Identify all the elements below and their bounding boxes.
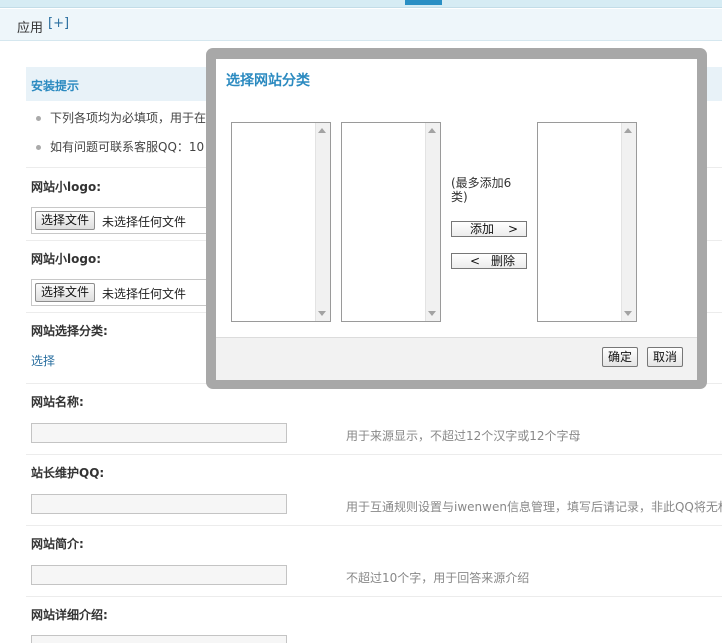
add-category-button[interactable]: 添加 > [451, 221, 527, 237]
top-nav-active-indicator [405, 0, 442, 5]
divider [26, 454, 722, 455]
app-bar: 应用 [+] [0, 9, 722, 41]
ok-button[interactable]: 确定 [602, 347, 639, 367]
tip-item: 下列各项均为必填项，用于在 [36, 109, 206, 126]
choose-file-button[interactable]: 选择文件 [35, 283, 96, 302]
scroll-up-icon[interactable] [428, 128, 436, 133]
logo-label: 网站小logo: [31, 252, 101, 266]
app-label: 应用 [17, 21, 44, 36]
intro-hint: 不超过10个字，用于回答来源介绍 [346, 571, 530, 585]
scroll-up-icon[interactable] [318, 128, 326, 133]
bullet-icon [36, 145, 41, 150]
file-status: 未选择任何文件 [102, 215, 187, 229]
category-label: 网站选择分类: [31, 324, 108, 338]
file-status: 未选择任何文件 [102, 287, 187, 301]
category-dialog: 选择网站分类 (最多添加6类) 添加 > < 删除 确定 取消 [216, 59, 697, 380]
category-list-primary[interactable] [231, 122, 331, 322]
category-list-secondary[interactable] [341, 122, 441, 322]
qq-hint: 用于互通规则设置与iwenwen信息管理，填写后请记录，非此QQ将无权 [346, 500, 722, 514]
max-categories-note: (最多添加6类) [451, 176, 512, 204]
scroll-down-icon[interactable] [318, 311, 326, 316]
detail-label: 网站详细介绍: [31, 608, 108, 622]
cancel-button[interactable]: 取消 [647, 347, 684, 367]
remove-category-button[interactable]: < 删除 [451, 253, 527, 269]
divider [26, 596, 722, 597]
tip-item: 如有问题可联系客服QQ：10 [36, 138, 204, 155]
choose-file-button[interactable]: 选择文件 [35, 211, 96, 230]
detail-input[interactable] [31, 635, 287, 643]
intro-label: 网站简介: [31, 537, 84, 551]
logo-file-input[interactable]: 选择文件 未选择任何文件 [31, 207, 221, 234]
site-name-input[interactable] [31, 423, 287, 443]
scrollbar[interactable] [425, 123, 440, 321]
divider [26, 525, 722, 526]
scroll-down-icon[interactable] [624, 311, 632, 316]
arrow-left-icon: < [470, 254, 481, 268]
top-nav-bar [0, 0, 722, 8]
scroll-up-icon[interactable] [624, 128, 632, 133]
selected-category-list[interactable] [537, 122, 637, 322]
intro-input[interactable] [31, 565, 287, 585]
scrollbar[interactable] [315, 123, 330, 321]
arrow-right-icon: > [508, 222, 519, 236]
scrollbar[interactable] [621, 123, 636, 321]
site-name-hint: 用于来源显示，不超过12个汉字或12个字母 [346, 429, 581, 443]
install-tips-title: 安装提示 [31, 79, 80, 93]
scroll-down-icon[interactable] [428, 311, 436, 316]
dialog-footer: 确定 取消 [216, 337, 697, 380]
add-app-button[interactable]: [+] [48, 16, 69, 31]
qq-input[interactable] [31, 494, 287, 514]
dialog-title: 选择网站分类 [226, 73, 310, 89]
qq-label: 站长维护QQ: [31, 466, 105, 480]
logo-label: 网站小logo: [31, 180, 101, 194]
bullet-icon [36, 116, 41, 121]
choose-category-link[interactable]: 选择 [31, 352, 55, 369]
logo-file-input[interactable]: 选择文件 未选择任何文件 [31, 279, 221, 306]
site-name-label: 网站名称: [31, 395, 84, 409]
